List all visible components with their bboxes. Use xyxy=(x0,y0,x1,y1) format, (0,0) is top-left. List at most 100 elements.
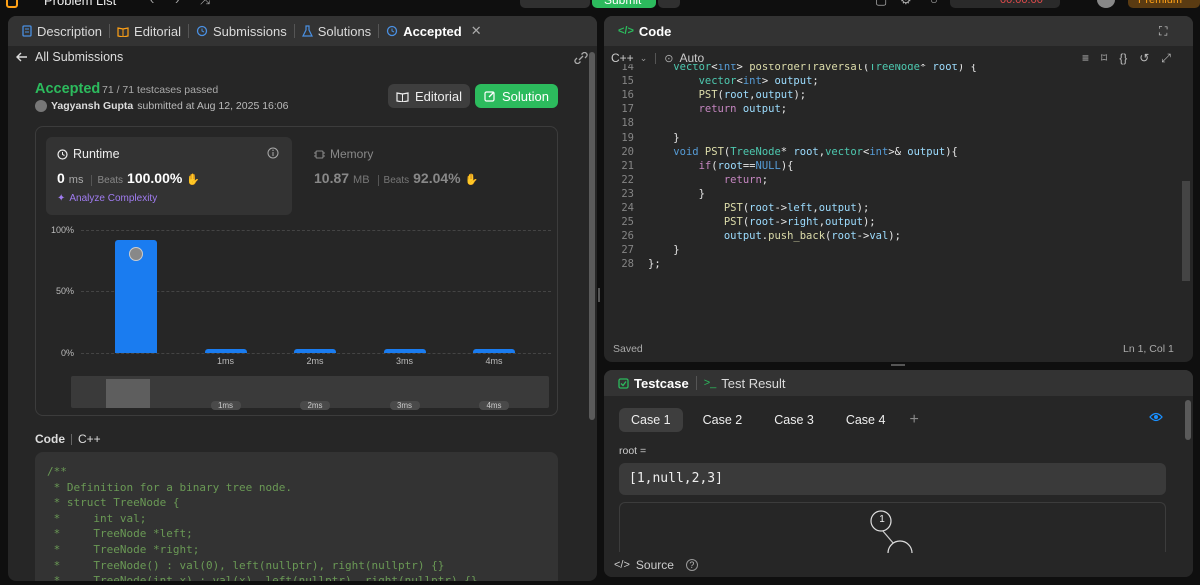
code-line-text: if(root==NULL){ xyxy=(698,159,794,172)
link-icon[interactable] xyxy=(574,52,588,64)
problem-list-link[interactable]: Problem List xyxy=(44,0,116,8)
next-problem-icon[interactable]: › xyxy=(175,0,179,7)
code-editor-panel: </> Code ⛶ C++ ⌄ ⊙ Auto ≡ ⌑ {} ↺ ⤢ 14 ve… xyxy=(604,16,1193,362)
submitter-avatar[interactable] xyxy=(35,100,47,112)
vertical-resize-handle[interactable] xyxy=(891,364,905,366)
leetcode-logo-icon[interactable] xyxy=(6,0,18,8)
code-line[interactable]: 14 vector<int> postorderTraversal(TreeNo… xyxy=(604,64,1184,74)
language-select[interactable]: C++ xyxy=(611,51,634,65)
terminal-icon: >_ xyxy=(703,377,717,389)
code-line[interactable]: 17 return output; xyxy=(604,102,1184,116)
left-panel-scrollbar[interactable] xyxy=(589,52,595,420)
range-tick-label: 2ms xyxy=(300,401,330,410)
auto-mode-label[interactable]: Auto xyxy=(679,51,704,65)
code-line[interactable]: 19 } xyxy=(604,131,1184,145)
user-avatar[interactable] xyxy=(1097,0,1115,8)
tab-solutions[interactable]: Solutions xyxy=(296,16,377,46)
editorial-button-label: Editorial xyxy=(415,88,462,104)
chart-bar[interactable] xyxy=(473,349,515,353)
notes-button[interactable] xyxy=(658,0,680,8)
book-icon xyxy=(117,26,129,37)
line-number: 18 xyxy=(621,117,634,130)
code-line[interactable]: 18 xyxy=(604,116,1184,130)
line-number: 25 xyxy=(621,216,634,229)
arrow-left-icon xyxy=(16,52,27,62)
code-line[interactable]: 28}; xyxy=(604,257,1184,271)
tab-code[interactable]: </> Code xyxy=(612,16,677,46)
root-label: root = xyxy=(619,445,647,457)
code-line-text: vector<int> postorderTraversal(TreeNode*… xyxy=(673,64,977,73)
maximize-icon[interactable]: ⛶ xyxy=(1159,24,1167,39)
streak-icon[interactable]: ○ xyxy=(930,0,938,7)
code-line[interactable]: 20 void PST(TreeNode* root,vector<int>& … xyxy=(604,145,1184,159)
code-line[interactable]: 25 PST(root->right,output); xyxy=(604,215,1184,229)
code-editor[interactable]: 14 vector<int> postorderTraversal(TreeNo… xyxy=(604,64,1193,344)
chart-bar[interactable] xyxy=(294,349,336,353)
tab-editorial[interactable]: Editorial xyxy=(111,16,187,46)
y-tick-label: 0% xyxy=(60,348,74,358)
tab-accepted[interactable]: Accepted ✕ xyxy=(380,16,487,46)
y-tick-label: 100% xyxy=(50,225,74,235)
back-label: All Submissions xyxy=(35,50,124,64)
tab-test-result[interactable]: >_ Test Result xyxy=(698,370,792,396)
tab-separator xyxy=(695,376,697,390)
code-line[interactable]: 24 PST(root->left,output); xyxy=(604,201,1184,215)
code-line[interactable]: 15 vector<int> output; xyxy=(604,74,1184,88)
range-handle[interactable] xyxy=(106,379,150,408)
testcase-scrollbar[interactable] xyxy=(1185,400,1191,440)
code-line[interactable]: 21 if(root==NULL){ xyxy=(604,159,1184,173)
tree-visualization: 1 xyxy=(619,502,1166,553)
editorial-button[interactable]: Editorial xyxy=(388,84,470,108)
editor-scrollbar[interactable] xyxy=(1182,181,1190,281)
tab-separator xyxy=(378,24,380,38)
code-line[interactable]: 23 } xyxy=(604,187,1184,201)
tab-testcase[interactable]: Testcase xyxy=(612,370,695,396)
case-tab[interactable]: Case 4 xyxy=(834,408,898,432)
case-tab[interactable]: Case 2 xyxy=(691,408,755,432)
prev-problem-icon[interactable]: ‹ xyxy=(150,0,154,7)
chart-range-selector[interactable]: 1ms 2ms 3ms 4ms xyxy=(71,376,549,410)
chart-bar[interactable] xyxy=(383,349,426,353)
code-line[interactable]: 22 return; xyxy=(604,173,1184,187)
chart-bar[interactable] xyxy=(204,349,247,353)
submitter-row: Yagyansh Gupta submitted at Aug 12, 2025… xyxy=(35,100,288,112)
code-line-text: output.push_back(root->val); xyxy=(723,230,901,243)
runtime-distribution-chart: 100% 50% 0% 1ms 2ms 3ms 4ms 1ms 2ms 3ms 4ms xyxy=(36,127,559,417)
submitter-name[interactable]: Yagyansh Gupta xyxy=(51,100,133,112)
tab-submissions[interactable]: Submissions xyxy=(190,16,293,46)
code-line-text: } xyxy=(648,244,680,257)
code-line[interactable]: 26 output.push_back(root->val); xyxy=(604,229,1184,243)
case-tab[interactable]: Case 3 xyxy=(762,408,826,432)
code-line[interactable]: 27 } xyxy=(604,243,1184,257)
tab-submissions-label: Submissions xyxy=(213,23,287,39)
x-tick-label: 1ms xyxy=(216,356,234,366)
add-case-button[interactable]: + xyxy=(905,408,922,432)
flask-icon xyxy=(301,25,313,37)
code-section-header: Code C++ xyxy=(35,432,101,446)
description-icon xyxy=(22,25,32,37)
x-tick-label: 2ms xyxy=(306,356,324,366)
layout-icon[interactable]: ▢ xyxy=(875,0,887,8)
eye-icon[interactable] xyxy=(1149,412,1163,422)
tab-description[interactable]: Description xyxy=(16,16,108,46)
case-tab[interactable]: Case 1 xyxy=(619,408,683,432)
settings-icon[interactable]: ⚙ xyxy=(900,0,912,8)
help-icon[interactable]: ? xyxy=(685,559,698,571)
back-to-submissions[interactable]: All Submissions xyxy=(16,50,123,64)
horizontal-resize-handle[interactable] xyxy=(598,288,600,302)
premium-button[interactable]: Premium xyxy=(1128,0,1200,8)
close-tab-icon[interactable]: ✕ xyxy=(471,23,482,39)
solution-button[interactable]: Solution xyxy=(475,84,558,108)
code-line[interactable]: 16 PST(root,output); xyxy=(604,88,1184,102)
code-line-text: } xyxy=(648,187,705,200)
run-button[interactable] xyxy=(520,0,590,8)
timer[interactable]: 00:00:00 xyxy=(950,0,1060,8)
submit-button[interactable]: Submit xyxy=(592,0,656,8)
source-toggle[interactable]: Source xyxy=(636,558,674,572)
submission-panel: Description Editorial Submissions Soluti… xyxy=(8,16,597,581)
checkbox-icon xyxy=(618,377,629,389)
root-input[interactable]: [1,null,2,3] xyxy=(619,463,1166,495)
shuffle-icon[interactable]: ⤨ xyxy=(200,0,210,8)
submitted-code[interactable]: /** * Definition for a binary tree node.… xyxy=(35,452,558,581)
code-tab-bar: </> Code ⛶ xyxy=(604,16,1193,46)
